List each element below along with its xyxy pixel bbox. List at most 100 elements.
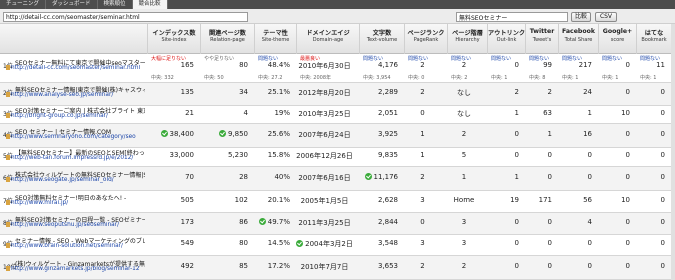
cell-value: 0	[514, 262, 519, 270]
page-url-link[interactable]: http://www.seogate.jp/seminar_old/	[6, 177, 144, 183]
cell-relation: 28	[200, 173, 248, 187]
cell-value: 17.2%	[267, 262, 290, 270]
cell-text: 4,176	[359, 61, 398, 75]
cell-hb: 0	[636, 109, 665, 123]
table-row[interactable]: 9位セミナー情報 - SEO - Webマーケティングのブレインネットhttp:…	[0, 235, 675, 256]
column-header-out[interactable]: アウトリンク Out-link	[487, 24, 525, 54]
page-url-link[interactable]: http://detail-cc.com/seomaster/seminar.h…	[6, 65, 144, 71]
cell-age: 2010年6月30日	[296, 61, 353, 75]
cell-age: 2011年3月25日	[296, 218, 353, 232]
assessment-flag: 問題ない	[602, 56, 623, 62]
cell-age: 2007年6月24日	[296, 130, 353, 144]
column-header-label: ドメインエイジ	[306, 30, 350, 37]
column-header-gp[interactable]: Google+ score	[598, 24, 636, 54]
page-url-link[interactable]: http://www.seminaryoho.com/category/seo	[6, 134, 144, 140]
table-row[interactable]: 7位SEO対策無料セミナー!明日のあなたへ! -http://www.mirai…	[0, 191, 675, 213]
column-header-sublabel: Out-link	[496, 37, 517, 43]
assessment-flag: やや足りない	[204, 56, 235, 62]
table-row[interactable]: 6位株式会社ウィルゲートの無料SEOセミナー情報|SEO対策http://www…	[0, 167, 675, 191]
table-row[interactable]: 3位SEO対策セミナーご案内 | 株式会社ブライト 東京・渋谷http://br…	[0, 106, 675, 124]
cell-site_index: 33,000	[147, 151, 195, 165]
cell-value: 63	[543, 109, 552, 117]
cell-theme: 25.6%	[254, 130, 290, 144]
cell-hb: 0	[636, 239, 665, 253]
scrollbar[interactable]	[671, 24, 675, 280]
column-header-relation[interactable]: 関連ページ数 Relation-page	[200, 24, 254, 54]
page-url-link[interactable]: http://www.seoputshu.jp/seoseminar/	[6, 222, 144, 228]
cell-value: 38,400	[169, 130, 195, 138]
cell-pr: 1	[404, 151, 441, 165]
cell-gp: 0	[598, 239, 630, 253]
column-header-hier[interactable]: ページ階層 Hierarchy	[447, 24, 487, 54]
page-url-link[interactable]: http://web-tan.forum.impressrd.jp/e/2012…	[6, 155, 144, 161]
cell-value: 1	[587, 109, 592, 117]
cell-value: 3	[420, 239, 425, 247]
cell-value: 2,844	[377, 218, 398, 226]
tab-3[interactable]: 競合比較	[132, 0, 168, 9]
cell-text: 11,176	[359, 173, 398, 187]
column-header-sublabel: Tweet's	[532, 37, 552, 43]
cell-value: 0	[660, 173, 665, 181]
page-url-link[interactable]: http://www.mirai.jp/	[6, 200, 144, 206]
cell-hb: 0	[636, 218, 665, 232]
page-icon	[6, 243, 10, 248]
page-url-link[interactable]: http://www.brain-solution.net/seminar/	[6, 243, 144, 249]
column-header-sublabel: Domain-age	[312, 37, 344, 43]
page-url-link[interactable]: http://bright-group.co.jp/seminar/	[6, 113, 144, 119]
cell-hier: 5	[447, 151, 481, 165]
tab-2[interactable]: 検索順位	[98, 0, 133, 9]
tab-1[interactable]: ダッシュボード	[46, 0, 98, 9]
cell-hier: 2	[447, 262, 481, 276]
cell-out: 2	[487, 88, 519, 102]
cell-value: 0	[514, 61, 519, 69]
column-header-label: Facebook	[562, 28, 595, 35]
column-header-label: ページランク	[407, 30, 445, 37]
column-header-fb[interactable]: Facebook Total Share	[558, 24, 598, 54]
table-row[interactable]: 2位無料SEOセミナー情報|東京で開催(株)キャスウィルゲーhttp://www…	[0, 83, 675, 106]
cell-age: 2010年7月7日	[296, 262, 353, 276]
cell-value: 0	[660, 239, 665, 247]
cell-value: 99	[543, 61, 552, 69]
page-url-link[interactable]: http://www.analyse-seo.jp/seminar/	[6, 92, 144, 98]
cell-value: 0	[625, 239, 630, 247]
column-header-tw[interactable]: Twitter Tweet's	[525, 24, 558, 54]
csv-button[interactable]: CSV	[595, 12, 617, 22]
table-header: インデックス数 Site-index 関連ページ数 Relation-page テーマ性…	[0, 24, 675, 54]
column-header-theme[interactable]: テーマ性 Site-theme	[254, 24, 296, 54]
cell-value: 2	[420, 88, 425, 96]
cell-site_index: 165	[147, 61, 194, 75]
cell-value: 0	[587, 262, 592, 270]
tab-0[interactable]: チューニング	[0, 0, 47, 9]
assessment-flag: 問題ない	[640, 56, 661, 62]
url-text: http://www.brain-solution.net/seminar/	[11, 243, 123, 249]
cell-value: 25.6%	[267, 130, 290, 138]
cell-out: 1	[487, 173, 519, 187]
table-row[interactable]: 10位(株)ウィルゲート - Ginzamarketsが提供する無料SEOセミナ…	[0, 256, 675, 280]
column-header-site_index[interactable]: インデックス数 Site-index	[147, 24, 200, 54]
table-row[interactable]: 8位無料SEO対策セミナーの日程一覧 - SEOゼミナールhttp://www.…	[0, 213, 675, 235]
cell-value: 0	[547, 151, 552, 159]
cell-value: 0	[625, 173, 630, 181]
cell-theme: 48.4%	[254, 61, 290, 75]
keyword-input[interactable]	[456, 12, 568, 22]
cell-value: 4,176	[377, 61, 398, 69]
cell-out: 0	[487, 151, 519, 165]
url-input[interactable]	[3, 12, 248, 22]
column-header-pr[interactable]: ページランク PageRank	[404, 24, 447, 54]
cell-value: 48.4%	[267, 61, 290, 69]
compare-button[interactable]: 比較	[571, 12, 591, 22]
column-header-text[interactable]: 文字数 Text-volume	[359, 24, 404, 54]
table-row[interactable]: 1位SEOセミナー無料にて東京で開催中seoマスター経験者http://deta…	[0, 54, 675, 83]
column-header-age[interactable]: ドメインエイジ Domain-age	[296, 24, 359, 54]
table-row[interactable]: 5位【無料SEOセミナー】最新のSEOとSEM[終わった?!] 予測http:/…	[0, 148, 675, 167]
column-header-hb[interactable]: はてな Bookmark	[636, 24, 671, 54]
check-circle-icon	[364, 173, 372, 180]
cell-text: 3,548	[359, 239, 398, 253]
cell-gp: 0	[598, 61, 630, 75]
median-value: 中央: 332	[151, 75, 174, 81]
table-row[interactable]: 4位SEO セミナー | セミナー情報.COMhttp://www.semina…	[0, 124, 675, 148]
cell-value: 135	[180, 88, 194, 96]
page-url-link[interactable]: http://www.ginzamarkets.jp/blog/seminar-…	[6, 266, 144, 272]
cell-value: 2,051	[377, 109, 398, 117]
cell-theme: 49.7%	[254, 218, 290, 232]
